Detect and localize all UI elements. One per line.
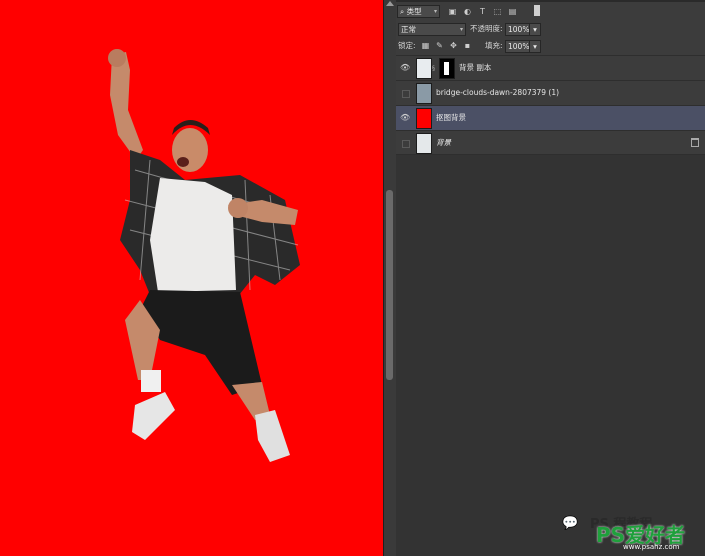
chevron-down-icon: ▾ [459,26,463,33]
layer-name: 背景 副本 [459,63,492,72]
layers-panel: ⌕ 类型 ▾ ▣ ◐ T ⬚ ▤ 正常 ▾ 不透明度: 100% ▾ 锁定: ▦… [396,0,705,556]
lock-icon [691,138,699,147]
chevron-down-icon: ▾ [533,25,537,34]
layer-thumbnail [416,108,432,129]
search-icon: ⌕ [400,7,407,16]
type-filter-icon[interactable]: T [478,7,487,16]
scrollbar-thumb[interactable] [386,190,393,380]
layer-filter-row: ⌕ 类型 ▾ ▣ ◐ T ⬚ ▤ [396,3,705,19]
lock-position-icon[interactable]: ✥ [449,41,458,50]
subject-photo [108,49,300,462]
shape-filter-icon[interactable]: ⬚ [493,7,502,16]
canvas-scrollbar[interactable] [383,0,396,556]
filter-toggle-icon[interactable] [534,5,540,16]
layer-mask-thumbnail[interactable] [439,58,455,79]
document-canvas[interactable] [0,0,383,556]
layer-name: 抠图背景 [436,113,466,122]
opacity-label: 不透明度: [470,24,503,33]
fill-dropdown-button[interactable]: ▾ [529,40,541,53]
blend-row: 正常 ▾ 不透明度: 100% ▾ [396,21,705,37]
link-chain-icon[interactable]: § [432,65,435,72]
opacity-dropdown-button[interactable]: ▾ [529,23,541,36]
lock-image-icon[interactable]: ✎ [435,41,444,50]
visibility-eye-icon[interactable]: 👁 [400,113,410,123]
filter-kind-label: 类型 [406,7,422,16]
layers-empty-area[interactable] [396,155,705,556]
layer-name: 背景 [436,138,451,147]
chevron-down-icon: ▾ [533,42,537,51]
lock-label: 锁定: [398,41,416,50]
layer-row-selected[interactable]: 👁 抠图背景 [396,105,705,130]
lock-row: 锁定: ▦ ✎ ✥ ▪ 填充: 100% ▾ [396,38,705,54]
visibility-toggle-empty[interactable] [402,90,410,98]
layer-thumbnail [416,58,432,79]
watermark: 💬 PS 程教程 PS爱好者 www.psahz.com [560,510,705,556]
pixel-filter-icon[interactable]: ▣ [448,7,457,16]
fill-input[interactable]: 100% [505,40,531,53]
filter-kind-select[interactable]: ⌕ 类型 ▾ [397,5,440,18]
visibility-eye-icon[interactable]: 👁 [400,63,410,73]
layer-name: bridge-clouds-dawn-2807379 (1) [436,88,560,97]
blend-mode-select[interactable]: 正常 ▾ [398,23,466,36]
scroll-up-icon[interactable] [386,1,394,6]
visibility-toggle-empty[interactable] [402,140,410,148]
lock-transparent-icon[interactable]: ▦ [421,41,430,50]
layer-row[interactable]: 👁 § 背景 副本 [396,55,705,80]
layer-row[interactable]: 背景 [396,130,705,155]
blend-mode-value: 正常 [401,25,416,34]
opacity-input[interactable]: 100% [505,23,531,36]
panel-top-edge [396,0,705,2]
layer-row[interactable]: bridge-clouds-dawn-2807379 (1) [396,80,705,105]
layer-thumbnail [416,83,432,104]
fill-label: 填充: [485,41,503,50]
chevron-down-icon: ▾ [433,8,437,15]
watermark-site: www.psahz.com [623,543,680,551]
adjustment-filter-icon[interactable]: ◐ [463,7,472,16]
wechat-icon: 💬 [562,516,579,531]
lock-all-icon[interactable]: ▪ [463,41,472,50]
layer-thumbnail [416,133,432,154]
smart-object-filter-icon[interactable]: ▤ [508,7,517,16]
